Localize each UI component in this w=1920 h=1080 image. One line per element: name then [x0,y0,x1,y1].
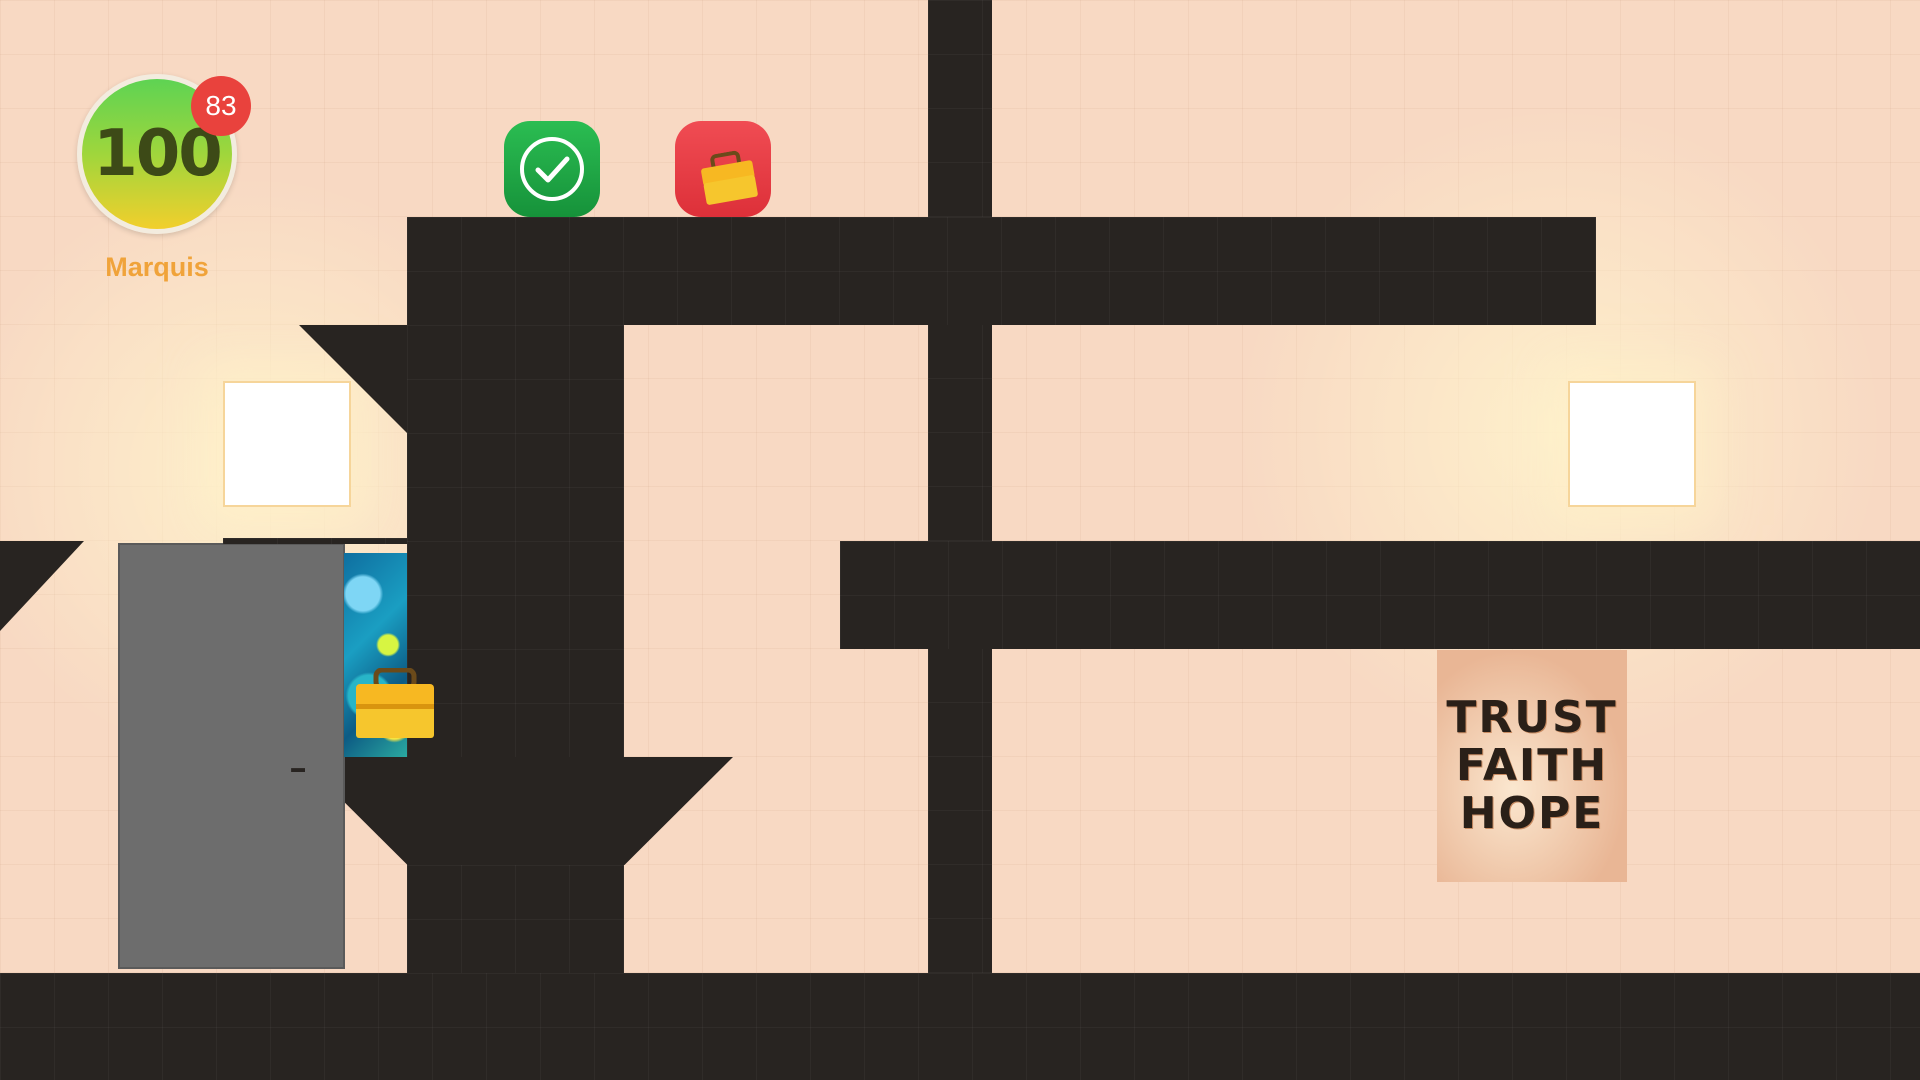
poster-line-1: TRUST [1446,692,1618,743]
door-header [223,538,407,544]
top-ledge [407,217,1596,325]
left-edge-bracket [0,541,84,631]
right-ledge [840,541,1920,649]
toolbox-icon [701,150,758,205]
left-window [223,381,351,507]
poster-line-2: FAITH [1455,740,1609,791]
notification-count: 83 [205,90,237,121]
lower-bracket [299,757,733,865]
toolbox-button[interactable] [675,121,771,217]
left-column [407,325,624,973]
poster-line-3: HOPE [1459,788,1605,839]
trust-faith-hope-poster: TRUST FAITH HOPE [1437,650,1627,882]
center-pillar [928,0,992,973]
toolbox-icon [356,667,434,738]
toolbox-item[interactable] [352,667,438,740]
door[interactable] [118,543,345,969]
right-window [1568,381,1696,507]
notification-badge: 83 [191,76,251,136]
floor [0,973,1920,1080]
done-button[interactable] [504,121,600,217]
player-name: Marquis [105,252,209,282]
checkmark-icon [520,137,584,201]
door-handle [291,768,305,772]
